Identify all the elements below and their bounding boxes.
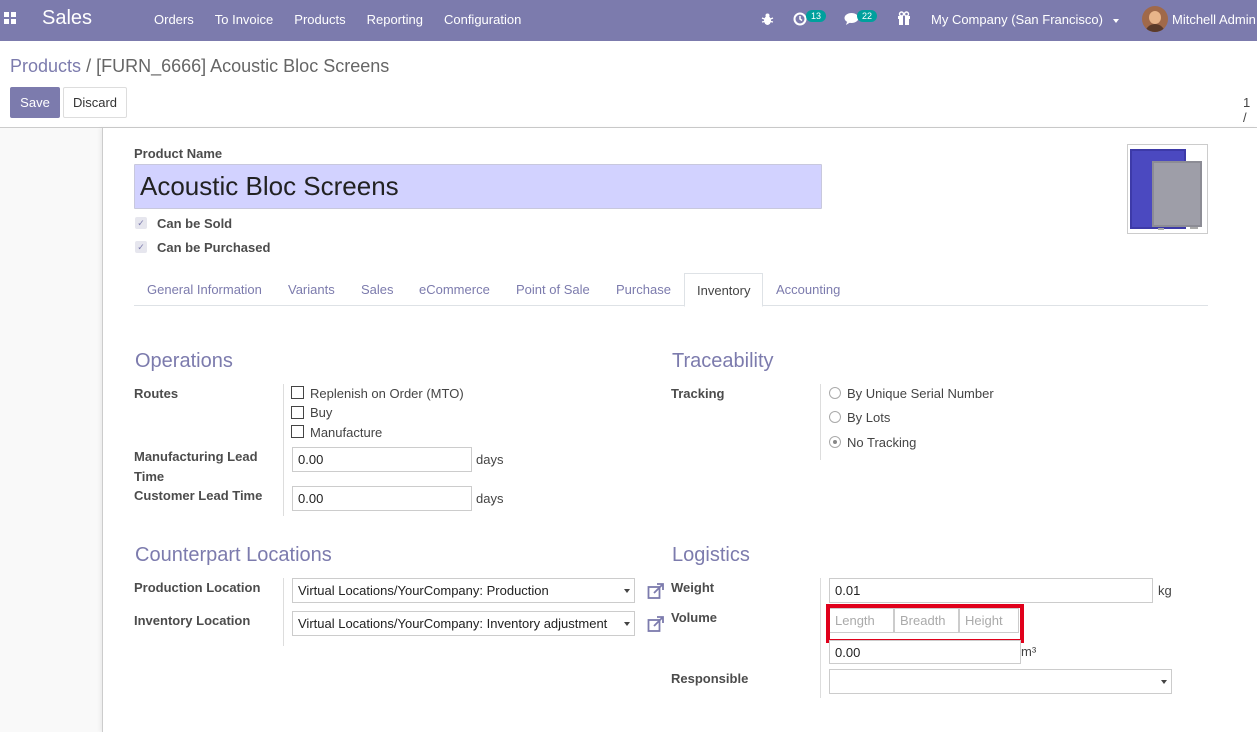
mfg-lead-label-line1: Manufacturing Lead [134,449,258,464]
traceability-heading: Traceability [672,350,774,372]
external-link-icon[interactable] [647,582,665,600]
volume-unit: m³ [1021,644,1037,659]
menu-orders[interactable]: Orders [154,12,194,27]
tab-accounting[interactable]: Accounting [776,273,840,306]
weight-label: Weight [671,580,715,595]
bug-icon[interactable] [761,12,774,26]
caret-down-icon [624,589,630,593]
counterpart-divider [283,578,284,646]
discard-button[interactable]: Discard [63,87,127,118]
route-buy-checkbox[interactable] [291,406,304,419]
operations-heading: Operations [135,350,233,372]
product-name-input[interactable]: Acoustic Bloc Screens [134,164,822,209]
can-be-sold-checkbox[interactable]: ✓ [135,217,147,229]
tab-purchase[interactable]: Purchase [616,273,671,306]
company-switcher[interactable]: My Company (San Francisco) [931,12,1119,27]
operations-divider [283,384,284,516]
customer-lead-time-input[interactable]: 0.00 [292,486,472,511]
control-panel: Products / [FURN_6666] Acoustic Bloc Scr… [0,41,1257,128]
pager[interactable]: 1 / [1243,95,1257,125]
tab-general-information[interactable]: General Information [147,273,262,306]
traceability-divider [820,384,821,460]
production-location-select[interactable]: Virtual Locations/YourCompany: Productio… [292,578,635,603]
caret-down-icon [624,622,630,626]
counterpart-heading: Counterpart Locations [135,544,332,566]
activity-clock-icon[interactable] [793,12,807,26]
routes-label: Routes [134,386,179,401]
product-image[interactable] [1127,144,1208,234]
tab-sales[interactable]: Sales [361,273,394,306]
apps-menu-icon[interactable] [4,12,18,26]
tracking-serial-label: By Unique Serial Number [847,386,994,401]
breadcrumb-separator: / [86,56,92,76]
customer-lead-label: Customer Lead Time [134,488,263,503]
form-sheet [102,128,1257,732]
inventory-location-label: Inventory Location [134,613,251,628]
can-be-purchased-checkbox[interactable]: ✓ [135,241,147,253]
save-button[interactable]: Save [10,87,60,118]
production-location-label: Production Location [134,580,261,595]
breadcrumb: Products / [FURN_6666] Acoustic Bloc Scr… [10,56,389,77]
customer-lead-unit: days [476,491,504,506]
responsible-label: Responsible [671,671,749,686]
breadcrumb-current: [FURN_6666] Acoustic Bloc Screens [96,56,390,76]
menu-configuration[interactable]: Configuration [444,12,521,27]
tab-inventory[interactable]: Inventory [684,273,764,307]
weight-input[interactable]: 0.01 [829,578,1153,603]
tab-variants[interactable]: Variants [288,273,335,306]
tab-ecommerce[interactable]: eCommerce [419,273,490,306]
volume-input[interactable]: 0.00 [829,640,1021,664]
inventory-location-select[interactable]: Virtual Locations/YourCompany: Inventory… [292,611,635,636]
can-be-sold-label: Can be Sold [157,216,233,231]
user-avatar[interactable] [1142,6,1168,32]
inventory-location-value: Virtual Locations/YourCompany: Inventory… [298,616,608,631]
mfg-lead-label-line2: Time [134,469,165,484]
user-name[interactable]: Mitchell Admin [1172,12,1256,27]
route-mto-checkbox[interactable] [291,386,304,399]
weight-unit: kg [1158,583,1172,598]
top-navbar: Sales Orders To Invoice Products Reporti… [0,0,1257,41]
tracking-serial-radio[interactable] [829,387,841,399]
logistics-divider [820,578,821,698]
tab-point-of-sale[interactable]: Point of Sale [516,273,590,306]
route-manufacture-checkbox[interactable] [291,425,304,438]
mfg-lead-unit: days [476,452,504,467]
external-link-icon[interactable] [647,615,665,633]
form-tabs: General Information Variants Sales eComm… [134,273,1208,307]
production-location-value: Virtual Locations/YourCompany: Productio… [298,583,549,598]
breadcrumb-products-link[interactable]: Products [10,56,81,76]
acoustic-screen-image [1130,149,1202,230]
can-be-purchased-label: Can be Purchased [157,240,271,255]
product-name-label: Product Name [134,146,223,161]
menu-reporting[interactable]: Reporting [367,12,423,27]
activity-count-badge: 13 [806,10,827,22]
tracking-none-radio[interactable] [829,436,841,448]
menu-to-invoice[interactable]: To Invoice [215,12,274,27]
tracking-lots-radio[interactable] [829,411,841,423]
route-mto-label: Replenish on Order (MTO) [310,386,464,401]
menu-products[interactable]: Products [294,12,345,27]
volume-label: Volume [671,610,717,625]
responsible-select[interactable] [829,669,1172,694]
caret-down-icon [1161,680,1167,684]
message-count-badge: 22 [857,10,878,22]
company-name: My Company (San Francisco) [931,12,1103,27]
route-buy-label: Buy [310,405,333,420]
tracking-none-label: No Tracking [847,435,917,450]
tracking-lots-label: By Lots [847,410,891,425]
route-manufacture-label: Manufacture [310,425,383,440]
mfg-lead-time-input[interactable]: 0.00 [292,447,472,472]
dimensions-highlight-box [826,604,1024,643]
chevron-down-icon [1112,18,1119,23]
tracking-label: Tracking [671,386,725,401]
app-brand[interactable]: Sales [42,7,92,30]
logistics-heading: Logistics [672,544,750,566]
main-menu: Orders To Invoice Products Reporting Con… [154,12,542,27]
gift-icon[interactable] [897,11,911,26]
